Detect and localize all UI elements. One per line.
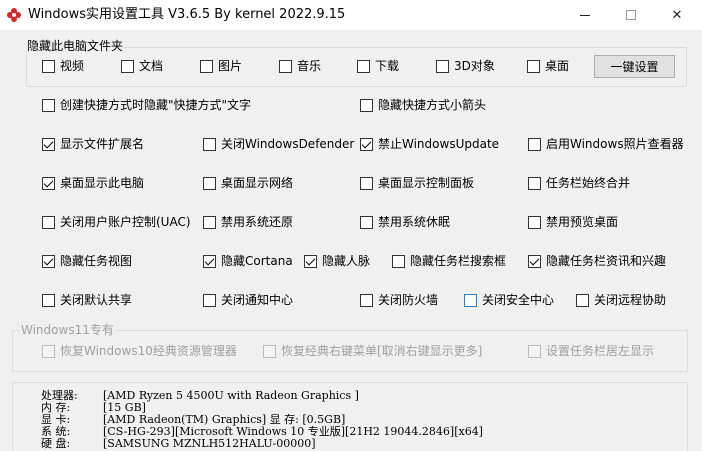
close-icon: ✕ [671,7,683,23]
checkbox-box[interactable] [392,254,405,268]
checkbox-box[interactable] [528,344,541,358]
checkbox-box[interactable] [42,215,55,229]
checkbox-desktop-this-pc[interactable]: 桌面显示此电脑 [42,176,144,190]
checkbox-hide-people[interactable]: 隐藏人脉 [304,254,370,268]
checkbox-hide-taskbar-search[interactable]: 隐藏任务栏搜索框 [392,254,506,268]
checkbox-box[interactable] [360,137,373,151]
checkbox-box[interactable] [528,176,541,190]
checkbox-box[interactable] [121,59,134,73]
checkbox-box[interactable] [42,98,55,112]
checkbox-taskbar-left[interactable]: 设置任务栏居左显示 [528,344,654,358]
checkbox-box[interactable] [528,137,541,151]
checkbox-disable-sleep[interactable]: 禁用系统休眠 [360,215,450,229]
checkbox-box[interactable] [436,59,449,73]
checkbox-box[interactable] [42,293,55,307]
checkbox-documents[interactable]: 文档 [121,59,163,73]
checkbox-box[interactable] [360,98,373,112]
checkbox-box[interactable] [203,137,216,151]
checkbox-photo-viewer[interactable]: 启用Windows照片查看器 [528,137,684,151]
maximize-button[interactable] [608,0,654,30]
checkbox-box[interactable] [464,293,477,307]
win11-group-label: Windows11专有 [20,323,115,337]
checkbox-desktop-control-panel[interactable]: 桌面显示控制面板 [360,176,474,190]
checkbox-box[interactable] [203,293,216,307]
checkbox-box[interactable] [203,254,216,268]
checkbox-pictures[interactable]: 图片 [200,59,242,73]
checkbox-box[interactable] [360,293,373,307]
checkbox-disable-preview-desktop[interactable]: 禁用预览桌面 [528,215,618,229]
checkbox-close-uac[interactable]: 关闭用户账户控制(UAC) [42,215,191,229]
checkbox-downloads[interactable]: 下载 [357,59,399,73]
checkbox-box[interactable] [200,59,213,73]
one-click-set-button[interactable]: 一键设置 [594,55,675,78]
checkbox-box[interactable] [360,176,373,190]
checkbox-close-security-center[interactable]: 关闭安全中心 [464,293,554,307]
checkbox-box[interactable] [203,215,216,229]
checkbox-close-notification[interactable]: 关闭通知中心 [203,293,293,307]
checkbox-music[interactable]: 音乐 [279,59,321,73]
checkbox-close-firewall[interactable]: 关闭防火墙 [360,293,438,307]
checkbox-restore-context-menu[interactable]: 恢复经典右键菜单[取消右键显示更多] [263,344,482,358]
checkbox-box[interactable] [528,215,541,229]
checkbox-3d-objects[interactable]: 3D对象 [436,59,495,73]
system-info-panel: 处理器: [AMD Ryzen 5 4500U with Radeon Graph… [12,382,688,451]
maximize-icon [626,10,636,20]
checkbox-box[interactable] [42,176,55,190]
checkbox-hide-task-view[interactable]: 隐藏任务视图 [42,254,132,268]
checkbox-disable-restore[interactable]: 禁用系统还原 [203,215,293,229]
flower-app-icon [7,8,21,22]
info-cpu: 处理器: [AMD Ryzen 5 4500U with Radeon Graph… [41,389,359,402]
checkbox-box[interactable] [304,254,317,268]
checkbox-box[interactable] [42,59,55,73]
checkbox-box[interactable] [279,59,292,73]
checkbox-desktop-network[interactable]: 桌面显示网络 [203,176,293,190]
info-disk: 硬 盘: [SAMSUNG MZNLH512HALU-00000] [41,437,316,450]
checkbox-box[interactable] [527,59,540,73]
minimize-icon [580,14,590,16]
checkbox-close-remote-assist[interactable]: 关闭远程协助 [576,293,666,307]
minimize-button[interactable] [562,0,608,30]
checkbox-hide-news[interactable]: 隐藏任务栏资讯和兴趣 [528,254,666,268]
title-bar: Windows实用设置工具 V3.6.5 By kernel 2022.9.15… [0,0,702,30]
window-title: Windows实用设置工具 V3.6.5 By kernel 2022.9.15 [28,7,346,22]
checkbox-disable-update[interactable]: 禁止WindowsUpdate [360,137,499,151]
checkbox-restore-win10-explorer[interactable]: 恢复Windows10经典资源管理器 [42,344,237,358]
checkbox-box[interactable] [42,254,55,268]
checkbox-show-extensions[interactable]: 显示文件扩展名 [42,137,144,151]
checkbox-hide-cortana[interactable]: 隐藏Cortana [203,254,293,268]
checkbox-box[interactable] [360,215,373,229]
checkbox-box[interactable] [42,137,55,151]
checkbox-taskbar-combine[interactable]: 任务栏始终合并 [528,176,630,190]
close-button[interactable]: ✕ [654,0,700,30]
checkbox-box[interactable] [576,293,589,307]
checkbox-video[interactable]: 视频 [42,59,84,73]
checkbox-close-defender[interactable]: 关闭WindowsDefender [203,137,354,151]
checkbox-close-default-share[interactable]: 关闭默认共享 [42,293,132,307]
checkbox-box[interactable] [528,254,541,268]
checkbox-box[interactable] [357,59,370,73]
hide-folders-label: 隐藏此电脑文件夹 [26,39,125,53]
checkbox-hide-shortcut-arrow[interactable]: 隐藏快捷方式小箭头 [360,98,486,112]
checkbox-desktop[interactable]: 桌面 [527,59,569,73]
checkbox-box[interactable] [42,344,55,358]
checkbox-box[interactable] [263,344,276,358]
checkbox-box[interactable] [203,176,216,190]
checkbox-hide-shortcut-text[interactable]: 创建快捷方式时隐藏"快捷方式"文字 [42,98,251,112]
